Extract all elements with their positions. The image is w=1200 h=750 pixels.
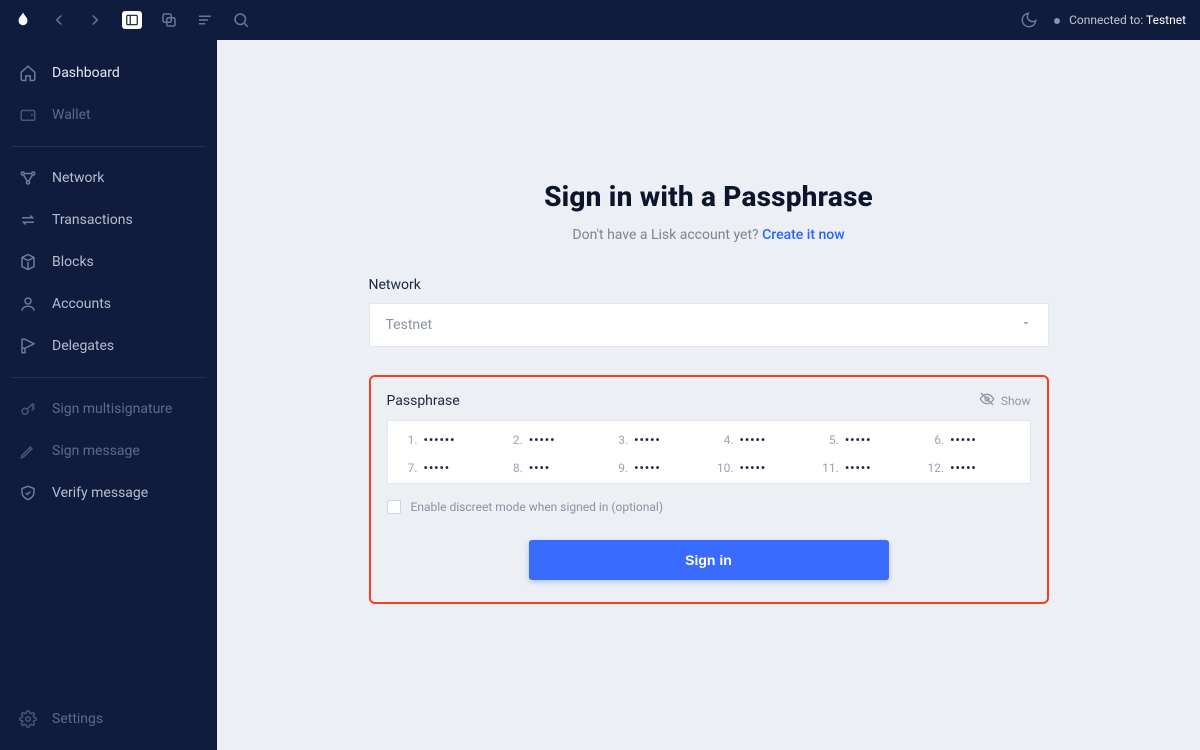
sidebar-item-label: Network — [52, 170, 104, 186]
passphrase-word[interactable]: 10.••••• — [712, 459, 811, 477]
passphrase-word[interactable]: 2.••••• — [501, 431, 600, 449]
connection-dot-icon — [1054, 18, 1060, 24]
passphrase-word[interactable]: 4.••••• — [712, 431, 811, 449]
theme-toggle-icon[interactable] — [1020, 11, 1038, 29]
sidebar-item-settings[interactable]: Settings — [0, 698, 217, 740]
sidebar-item-label: Blocks — [52, 254, 94, 270]
page-subtitle: Don't have a Lisk account yet? Create it… — [369, 227, 1049, 243]
sidebar-item-delegates[interactable]: Delegates — [0, 325, 217, 367]
discreet-mode-checkbox[interactable] — [387, 500, 401, 514]
sidebar-item-verify-message[interactable]: Verify message — [0, 472, 217, 514]
passphrase-word[interactable]: 9.••••• — [606, 459, 705, 477]
wallet-icon — [18, 105, 38, 125]
passphrase-label: Passphrase — [387, 393, 460, 409]
eye-off-icon — [979, 391, 995, 410]
sidebar-divider — [12, 146, 205, 147]
sidebar-item-network[interactable]: Network — [0, 157, 217, 199]
connection-label: Connected to: — [1069, 13, 1143, 27]
sidebar-item-label: Verify message — [52, 485, 148, 501]
discreet-mode-row: Enable discreet mode when signed in (opt… — [387, 500, 1031, 514]
passphrase-grid[interactable]: 1.•••••• 2.••••• 3.••••• 4.••••• 5.•••••… — [387, 420, 1031, 484]
subtitle-text: Don't have a Lisk account yet? — [572, 227, 762, 243]
list-icon[interactable] — [196, 11, 214, 29]
sidebar-item-transactions[interactable]: Transactions — [0, 199, 217, 241]
sidebar-item-label: Accounts — [52, 296, 111, 312]
delegates-icon — [18, 336, 38, 356]
network-select-value: Testnet — [386, 317, 433, 333]
create-account-link[interactable]: Create it now — [762, 227, 844, 243]
copy-icon[interactable] — [160, 11, 178, 29]
connection-network: Testnet — [1146, 13, 1186, 27]
search-icon[interactable] — [232, 11, 250, 29]
sidebar-item-label: Delegates — [52, 338, 114, 354]
show-passphrase-toggle[interactable]: Show — [979, 391, 1031, 410]
sidebar-item-label: Wallet — [52, 107, 91, 123]
passphrase-word[interactable]: 8.•••• — [501, 459, 600, 477]
pen-icon — [18, 441, 38, 461]
sign-in-button[interactable]: Sign in — [529, 540, 889, 580]
key-icon — [18, 399, 38, 419]
sidebar: Dashboard Wallet Network Transactions Bl… — [0, 40, 217, 750]
network-select[interactable]: Testnet — [369, 303, 1049, 347]
home-icon — [18, 63, 38, 83]
passphrase-word[interactable]: 6.••••• — [922, 431, 1021, 449]
passphrase-word[interactable]: 12.••••• — [922, 459, 1021, 477]
sidebar-item-label: Sign multisignature — [52, 401, 172, 417]
sidebar-item-dashboard[interactable]: Dashboard — [0, 52, 217, 94]
main-content: Sign in with a Passphrase Don't have a L… — [217, 40, 1200, 750]
chevron-down-icon — [1020, 317, 1032, 333]
network-field-label: Network — [369, 277, 1049, 293]
discreet-mode-label: Enable discreet mode when signed in (opt… — [411, 500, 664, 514]
sidebar-item-accounts[interactable]: Accounts — [0, 283, 217, 325]
sidebar-divider — [12, 377, 205, 378]
nav-back-icon[interactable] — [50, 11, 68, 29]
sidebar-item-wallet[interactable]: Wallet — [0, 94, 217, 136]
panel-toggle-icon[interactable] — [122, 11, 142, 29]
connection-status: Connected to: Testnet — [1054, 13, 1186, 27]
sidebar-item-label: Dashboard — [52, 65, 120, 81]
shield-icon — [18, 483, 38, 503]
sidebar-item-label: Transactions — [52, 212, 133, 228]
passphrase-section: Passphrase Show 1.•••••• 2.••••• 3.•••••… — [369, 375, 1049, 604]
show-label: Show — [1001, 394, 1031, 408]
passphrase-word[interactable]: 5.••••• — [817, 431, 916, 449]
accounts-icon — [18, 294, 38, 314]
topbar-right: Connected to: Testnet — [1020, 11, 1186, 29]
topbar: Connected to: Testnet — [0, 0, 1200, 40]
sidebar-item-label: Settings — [52, 711, 103, 727]
nav-forward-icon[interactable] — [86, 11, 104, 29]
topbar-left — [14, 11, 250, 29]
passphrase-word[interactable]: 3.••••• — [606, 431, 705, 449]
sidebar-item-sign-multisig[interactable]: Sign multisignature — [0, 388, 217, 430]
blocks-icon — [18, 252, 38, 272]
sidebar-item-blocks[interactable]: Blocks — [0, 241, 217, 283]
page-title: Sign in with a Passphrase — [369, 180, 1049, 213]
passphrase-word[interactable]: 11.••••• — [817, 459, 916, 477]
sidebar-item-sign-message[interactable]: Sign message — [0, 430, 217, 472]
sidebar-item-label: Sign message — [52, 443, 140, 459]
passphrase-word[interactable]: 1.•••••• — [396, 431, 495, 449]
transactions-icon — [18, 210, 38, 230]
gear-icon — [18, 709, 38, 729]
network-icon — [18, 168, 38, 188]
app-logo-icon — [14, 11, 32, 29]
passphrase-word[interactable]: 7.••••• — [396, 459, 495, 477]
